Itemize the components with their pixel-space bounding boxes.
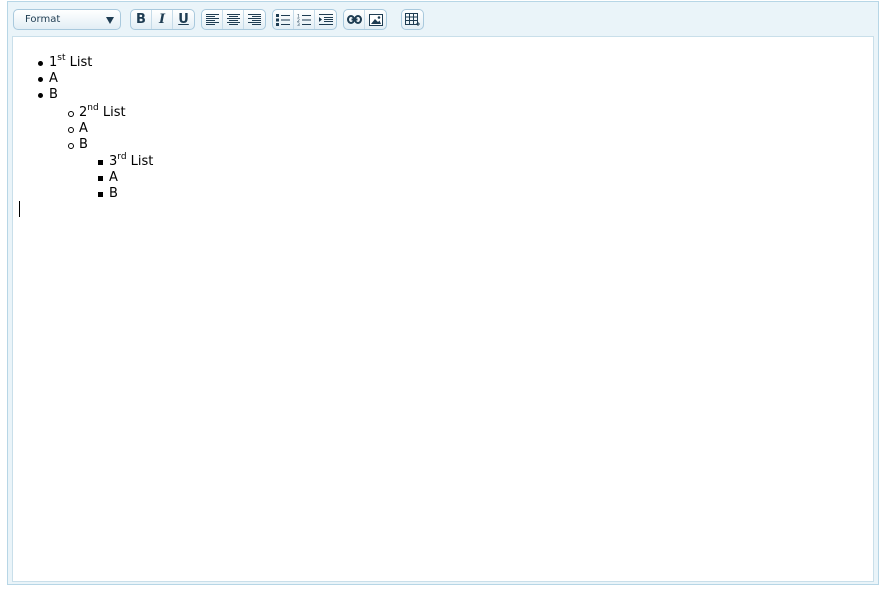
align-center-button[interactable] <box>223 10 244 29</box>
ordinal-suffix: nd <box>87 102 99 113</box>
list-item: A <box>109 170 118 185</box>
bullet-list-icon <box>276 13 290 26</box>
list-item-heading-1: 1st List <box>49 52 93 71</box>
list-heading-text: List <box>98 105 126 120</box>
square-bullet <box>98 192 103 197</box>
insert-table-button[interactable] <box>402 10 423 29</box>
format-dropdown[interactable]: Format <box>13 9 121 30</box>
ordinal-suffix: st <box>57 52 66 63</box>
indent-button[interactable] <box>315 10 336 29</box>
rich-text-editor: Format B I U 123 1st List A B 2nd List A… <box>7 1 879 585</box>
list-item: B <box>109 186 118 201</box>
list-item: B <box>79 137 88 152</box>
square-bullet <box>98 176 103 181</box>
list-item: A <box>49 71 58 86</box>
image-button[interactable] <box>365 10 386 29</box>
list-group: 123 <box>272 9 337 30</box>
circle-bullet <box>68 143 74 149</box>
image-icon <box>368 13 383 26</box>
numbered-list-icon: 123 <box>297 14 311 26</box>
align-right-button[interactable] <box>244 10 265 29</box>
disc-bullet <box>38 93 43 98</box>
disc-bullet <box>38 77 43 82</box>
link-icon <box>346 15 362 24</box>
table-icon <box>405 12 420 26</box>
numbered-list-button[interactable]: 123 <box>294 10 315 29</box>
text-style-group: B I U <box>130 9 195 30</box>
svg-text:3: 3 <box>297 22 300 26</box>
circle-bullet <box>68 111 74 117</box>
insert-group <box>343 9 387 30</box>
italic-button[interactable]: I <box>152 10 173 29</box>
chevron-down-icon <box>106 17 114 24</box>
alignment-group <box>201 9 266 30</box>
text-cursor <box>19 201 20 217</box>
circle-bullet <box>68 127 74 133</box>
square-bullet <box>98 160 103 165</box>
list-item-heading-3: 3rd List <box>109 151 154 170</box>
editor-content-area[interactable]: 1st List A B 2nd List A B 3rd List A B <box>12 36 874 582</box>
align-center-icon <box>226 14 240 25</box>
list-heading-text: List <box>65 55 93 70</box>
list-item-heading-2: 2nd List <box>79 102 126 121</box>
table-group <box>401 9 424 30</box>
align-left-icon <box>205 14 219 25</box>
ordinal-suffix: rd <box>117 151 127 162</box>
bullet-list-button[interactable] <box>273 10 294 29</box>
list-heading-text: List <box>126 154 154 169</box>
link-button[interactable] <box>344 10 365 29</box>
indent-icon <box>318 13 333 25</box>
format-dropdown-label: Format <box>25 14 61 25</box>
align-left-button[interactable] <box>202 10 223 29</box>
bold-button[interactable]: B <box>131 10 152 29</box>
list-item: A <box>79 121 88 136</box>
align-right-icon <box>248 14 261 25</box>
underline-button[interactable]: U <box>173 10 194 29</box>
list-item: B <box>49 87 58 102</box>
disc-bullet <box>38 61 43 66</box>
editor-toolbar: Format B I U 123 <box>8 2 878 36</box>
